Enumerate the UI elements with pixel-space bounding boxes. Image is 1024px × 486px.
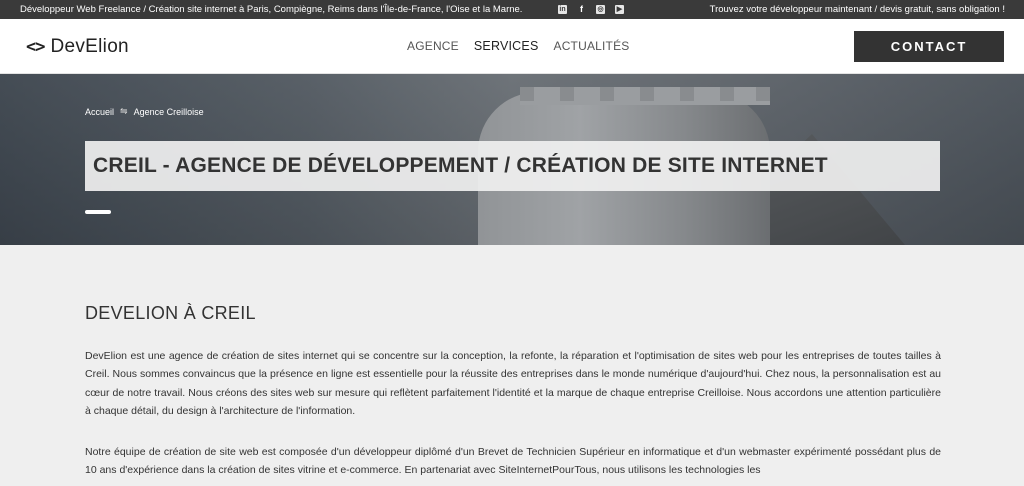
top-bar: Développeur Web Freelance / Création sit… [0,0,1024,19]
main-nav: AGENCE SERVICES ACTUALITÉS [407,39,630,53]
logo[interactable]: <> DevElion [26,36,129,58]
breadcrumb: Accueil ⇋ Agence Creilloise [85,106,204,117]
topbar-cta[interactable]: Trouvez votre développeur maintenant / d… [710,0,1005,19]
facebook-icon[interactable]: f [577,4,586,14]
section-heading: DEVELION À CREIL [85,303,256,323]
breadcrumb-home[interactable]: Accueil [85,107,114,117]
intro-paragraph: DevElion est une agence de création de s… [85,350,941,417]
topbar-tagline: Développeur Web Freelance / Création sit… [20,4,523,15]
site-header: <> DevElion AGENCE SERVICES ACTUALITÉS C… [0,19,1024,74]
logo-text: DevElion [50,36,129,57]
youtube-icon[interactable]: ▶ [615,5,624,14]
page-title: CREIL - AGENCE DE DÉVELOPPEMENT / CRÉATI… [93,154,828,177]
hero-banner: Accueil ⇋ Agence Creilloise CREIL - AGEN… [0,74,1024,245]
breadcrumb-separator-icon: ⇋ [120,106,128,116]
page-title-box: CREIL - AGENCE DE DÉVELOPPEMENT / CRÉATI… [85,141,940,191]
team-paragraph: Notre équipe de création de site web est… [85,446,941,477]
nav-item-services[interactable]: SERVICES [474,39,539,53]
contact-button[interactable]: CONTACT [854,31,1004,62]
code-brackets-icon: <> [26,37,46,57]
linkedin-icon[interactable]: in [558,5,567,14]
breadcrumb-current: Agence Creilloise [133,106,204,117]
nav-item-agence[interactable]: AGENCE [407,39,459,53]
instagram-icon[interactable]: ◎ [596,5,605,14]
title-accent-bar [85,210,111,214]
social-links: in f ◎ ▶ [558,0,624,19]
nav-item-actualites[interactable]: ACTUALITÉS [553,39,629,53]
